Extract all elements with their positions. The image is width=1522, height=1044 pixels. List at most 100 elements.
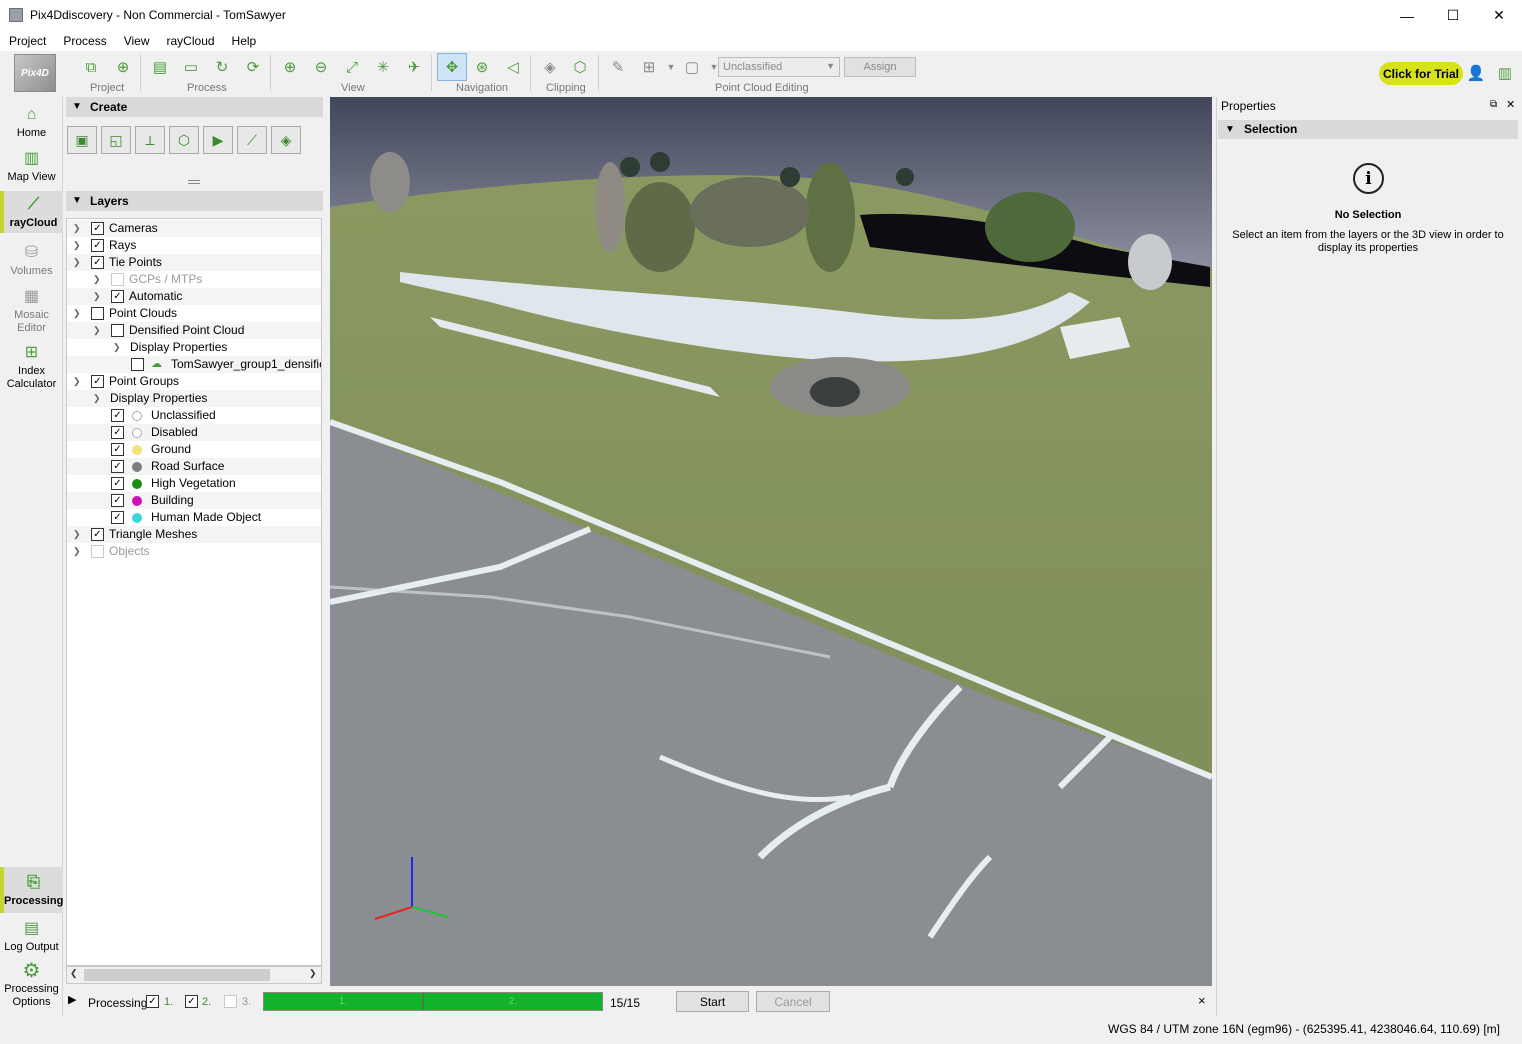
tree-row[interactable]: ❯ ✓ Triangle Meshes bbox=[67, 526, 321, 543]
open-project-icon[interactable]: ⧉ bbox=[80, 56, 102, 78]
tree-row[interactable]: ❯ ✓ Automatic bbox=[67, 288, 321, 305]
focus-icon[interactable]: ✳ bbox=[372, 56, 394, 78]
rectangle-select-icon[interactable]: ▢ bbox=[681, 56, 703, 78]
tree-row[interactable]: ❯ ✓ Rays bbox=[67, 237, 321, 254]
panel-layout-icon[interactable]: ▥ bbox=[1494, 62, 1516, 84]
create-polyline-icon[interactable]: ⟋ bbox=[237, 126, 267, 154]
nav-processing[interactable]: ⎘ Processing bbox=[0, 867, 63, 913]
create-volume-icon[interactable]: ⬡ bbox=[169, 126, 199, 154]
step-1-checkbox[interactable]: ✓ bbox=[146, 995, 159, 1008]
layers-section-header[interactable]: ▼ Layers bbox=[66, 191, 323, 211]
menu-help[interactable]: Help bbox=[232, 31, 257, 51]
layer-checkbox[interactable]: ✓ bbox=[111, 494, 124, 507]
chevron-right-icon[interactable]: ❯ bbox=[73, 220, 81, 237]
layer-checkbox[interactable] bbox=[111, 273, 124, 286]
nav-map-view[interactable]: ▥ Map View bbox=[0, 149, 63, 183]
zoom-in-icon[interactable]: ⊕ bbox=[279, 56, 301, 78]
layer-checkbox[interactable]: ✓ bbox=[111, 426, 124, 439]
cancel-button[interactable]: Cancel bbox=[756, 991, 830, 1012]
selection-edit-icon[interactable]: ⊞ bbox=[638, 56, 660, 78]
expand-processing-icon[interactable]: ▶ bbox=[68, 993, 76, 1006]
chevron-down-icon[interactable]: ❯ bbox=[93, 322, 101, 339]
class-select[interactable]: Unclassified ▼ bbox=[718, 57, 840, 77]
start-button[interactable]: Start bbox=[676, 991, 749, 1012]
trackball-navigation-icon[interactable]: ✥ bbox=[437, 53, 467, 81]
tree-row[interactable]: ✓ Human Made Object bbox=[67, 509, 321, 526]
layer-checkbox[interactable]: ✓ bbox=[111, 290, 124, 303]
tree-row[interactable]: ❯ Display Properties bbox=[67, 390, 321, 407]
tree-row[interactable]: ❯ ✓ Point Groups bbox=[67, 373, 321, 390]
undock-icon[interactable]: ⧉ bbox=[1490, 99, 1497, 110]
click-for-trial-button[interactable]: Click for Trial bbox=[1379, 62, 1463, 85]
chevron-down-icon[interactable]: ❯ bbox=[73, 305, 81, 322]
create-mosaic-icon[interactable]: ◱ bbox=[101, 126, 131, 154]
layer-checkbox[interactable]: ✓ bbox=[111, 443, 124, 456]
scroll-left-icon[interactable]: ❮ bbox=[70, 968, 78, 979]
layer-checkbox[interactable]: ✓ bbox=[91, 256, 104, 269]
gcp-manager-icon[interactable]: ⊕ bbox=[112, 56, 134, 78]
reprocess-icon[interactable]: ⟳ bbox=[242, 56, 264, 78]
layer-checkbox[interactable]: ✓ bbox=[111, 511, 124, 524]
chevron-down-icon[interactable]: ❯ bbox=[73, 254, 81, 271]
fly-icon[interactable]: ✈ bbox=[403, 56, 425, 78]
minimize-button[interactable]: — bbox=[1384, 0, 1430, 31]
tree-row[interactable]: ❯ Densified Point Cloud bbox=[67, 322, 321, 339]
layer-checkbox[interactable]: ✓ bbox=[91, 222, 104, 235]
create-video-icon[interactable]: ▶ bbox=[203, 126, 233, 154]
tree-row[interactable]: ✓ Disabled bbox=[67, 424, 321, 441]
assign-button[interactable]: Assign bbox=[844, 57, 916, 77]
tree-row[interactable]: ❯ ✓ Cameras bbox=[67, 220, 321, 237]
create-axis-icon[interactable]: ⟂ bbox=[135, 126, 165, 154]
tree-row[interactable]: ☁TomSawyer_group1_densified_point_cloud bbox=[67, 356, 321, 373]
first-person-icon[interactable]: ⊛ bbox=[471, 56, 493, 78]
tree-row[interactable]: ✓ Unclassified bbox=[67, 407, 321, 424]
tree-row[interactable]: ❯ GCPs / MTPs bbox=[67, 271, 321, 288]
create-section-header[interactable]: ▼ Create bbox=[66, 97, 323, 117]
tree-row[interactable]: ✓ Building bbox=[67, 492, 321, 509]
raycloud-3d-view[interactable] bbox=[330, 97, 1212, 986]
menu-view[interactable]: View bbox=[124, 31, 150, 51]
chevron-right-icon[interactable]: ❯ bbox=[93, 288, 101, 305]
nav-home[interactable]: ⌂ Home bbox=[0, 105, 63, 139]
tree-row[interactable]: ❯ ✓ Tie Points bbox=[67, 254, 321, 271]
reload-icon[interactable]: ↻ bbox=[211, 56, 233, 78]
tree-row[interactable]: ✓ Ground bbox=[67, 441, 321, 458]
chevron-down-icon[interactable]: ❯ bbox=[73, 373, 81, 390]
scroll-right-icon[interactable]: ❯ bbox=[309, 968, 317, 979]
chevron-right-icon[interactable]: ❯ bbox=[113, 339, 121, 356]
layer-checkbox[interactable] bbox=[131, 358, 144, 371]
layer-checkbox[interactable]: ✓ bbox=[91, 528, 104, 541]
close-panel-icon[interactable]: ✕ bbox=[1506, 98, 1515, 111]
close-processing-icon[interactable]: × bbox=[1198, 993, 1206, 1008]
scrollbar-thumb[interactable] bbox=[84, 969, 270, 981]
chevron-right-icon[interactable]: ❯ bbox=[93, 271, 101, 288]
layer-checkbox[interactable]: ✓ bbox=[91, 239, 104, 252]
menu-project[interactable]: Project bbox=[9, 31, 46, 51]
layer-checkbox[interactable]: ✓ bbox=[111, 460, 124, 473]
layer-checkbox[interactable] bbox=[111, 324, 124, 337]
chevron-right-icon[interactable]: ❯ bbox=[73, 526, 81, 543]
create-bounding-icon[interactable]: ▣ bbox=[67, 126, 97, 154]
maximize-button[interactable]: ☐ bbox=[1430, 0, 1476, 31]
layer-checkbox[interactable]: ✓ bbox=[111, 409, 124, 422]
fit-view-icon[interactable]: ⤢ bbox=[341, 56, 363, 78]
close-window-button[interactable]: ✕ bbox=[1476, 0, 1522, 31]
layer-checkbox[interactable]: ✓ bbox=[111, 477, 124, 490]
splitter-handle[interactable] bbox=[188, 180, 200, 184]
layer-checkbox[interactable] bbox=[91, 307, 104, 320]
brush-edit-icon[interactable]: ✎ bbox=[607, 56, 629, 78]
tree-row[interactable]: ✓ High Vegetation bbox=[67, 475, 321, 492]
layer-checkbox[interactable]: ✓ bbox=[91, 375, 104, 388]
create-surface-icon[interactable]: ◈ bbox=[271, 126, 301, 154]
nav-mosaic-editor[interactable]: ▦ Mosaic Editor bbox=[0, 287, 63, 335]
tree-row[interactable]: ✓ Road Surface bbox=[67, 458, 321, 475]
tree-row[interactable]: ❯ Point Clouds bbox=[67, 305, 321, 322]
walk-navigation-icon[interactable]: ◁ bbox=[502, 56, 524, 78]
chevron-right-icon[interactable]: ❯ bbox=[73, 237, 81, 254]
chevron-down-icon[interactable]: ▼ bbox=[660, 56, 682, 78]
menu-raycloud[interactable]: rayCloud bbox=[167, 31, 215, 51]
clipping-edit-icon[interactable]: ⬡ bbox=[569, 56, 591, 78]
chevron-right-icon[interactable]: ❯ bbox=[73, 543, 81, 560]
clipping-box-icon[interactable]: ◈ bbox=[539, 56, 561, 78]
nav-processing-options[interactable]: ⚙ Processing Options bbox=[0, 961, 63, 1009]
